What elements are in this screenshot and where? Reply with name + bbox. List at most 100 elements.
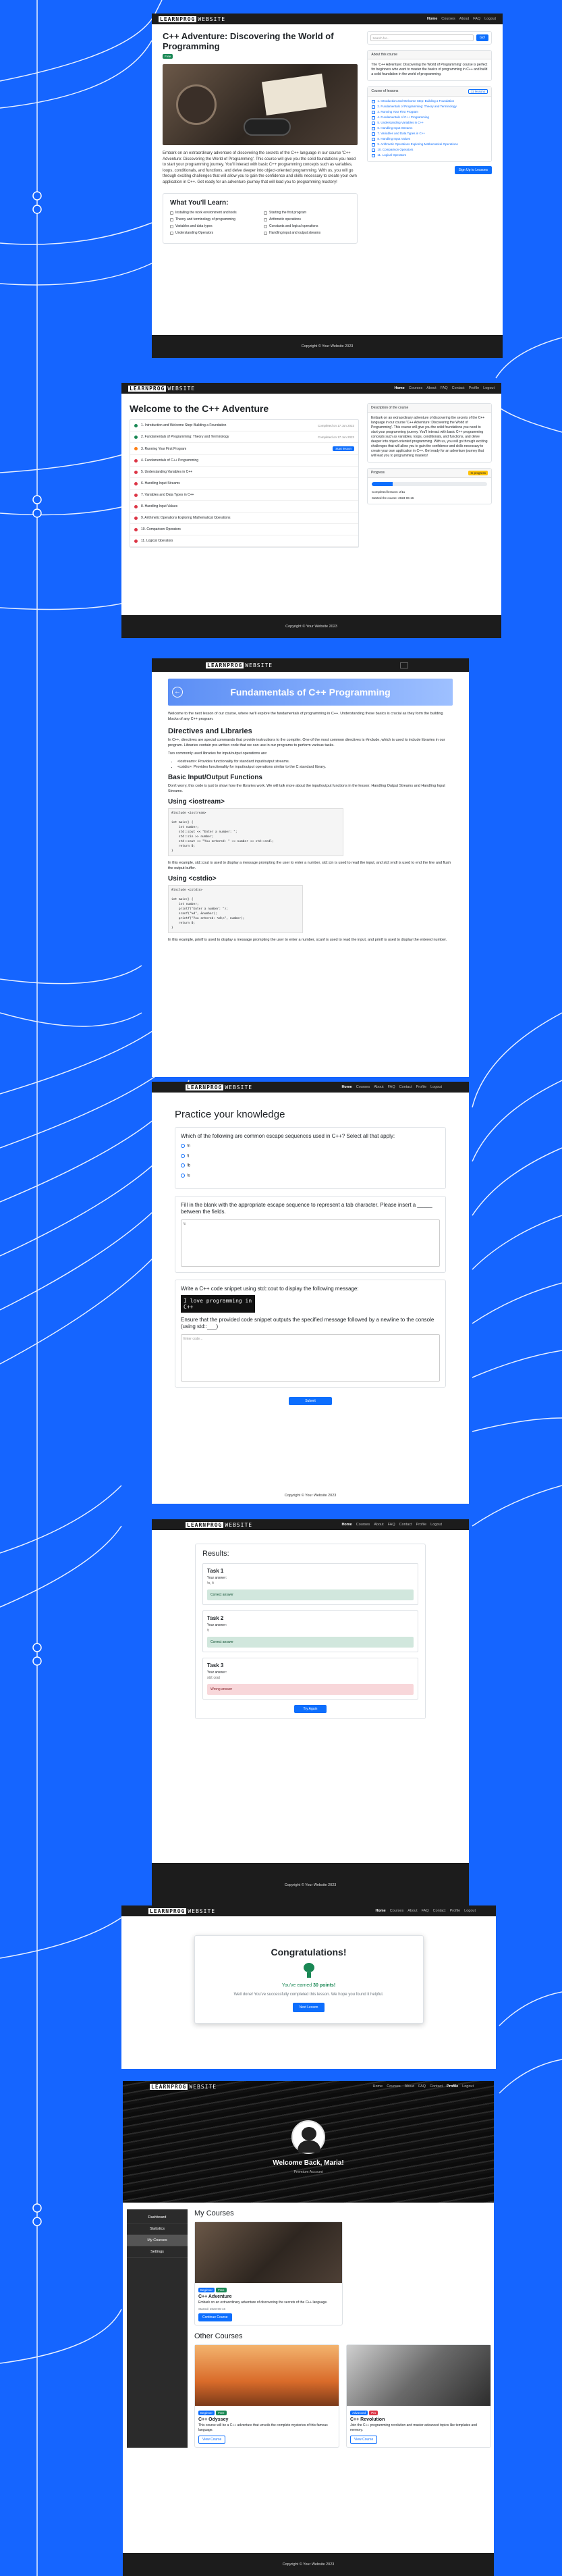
lesson-list-item[interactable]: 10. Comparison Operators [372,148,487,152]
start-lesson-button[interactable]: Start lesson [333,446,354,451]
progress-lesson-row[interactable]: 9. Arithmetic Operations Exploring Mathe… [130,512,358,524]
lesson-link[interactable]: 3. Running Your First Program [377,110,418,114]
nav-logout[interactable]: Logout [464,1909,476,1913]
nav-contact[interactable]: Contact [399,1523,412,1527]
lesson-list-item[interactable]: 5. Understanding Variables in C++ [372,121,487,125]
progress-lesson-row[interactable]: 5. Understanding Variables in C++ [130,467,358,478]
nav-about[interactable]: About [459,17,469,21]
lesson-list-item[interactable]: 3. Running Your First Program [372,110,487,114]
try-again-button[interactable]: Try Again [293,1705,327,1713]
question-3-input[interactable]: Enter code... [181,1334,440,1382]
nav-about[interactable]: About [374,1523,383,1527]
question-2-input[interactable]: \t [181,1219,440,1267]
nav-contact[interactable]: Contact [430,2084,443,2088]
menu-toggle-icon[interactable] [400,662,408,668]
option-checkbox[interactable] [181,1173,185,1178]
nav-courses[interactable]: Courses [409,386,422,390]
option[interactable]: \s [181,1173,440,1178]
progress-lesson-row[interactable]: 7. Variables and Data Types in C++ [130,490,358,501]
continue-course-button[interactable]: Continue Course [198,2313,232,2321]
nav-faq[interactable]: FAQ [441,386,448,390]
nav-courses[interactable]: Courses [356,1085,370,1089]
nav-home[interactable]: Home [341,1523,352,1527]
option[interactable]: \b [181,1163,440,1168]
lesson-link[interactable]: 1. Introduction and Welcome Step: Buildi… [377,99,454,103]
nav-home[interactable]: Home [394,386,404,390]
profile-menu-item[interactable]: Statistics [127,2224,188,2235]
progress-lesson-row[interactable]: 3. Running Your First Program Start lesso… [130,443,358,455]
lesson-list-item[interactable]: 8. Handling Input Values [372,137,487,141]
nav-profile[interactable]: Profile [416,1523,427,1527]
nav-faq[interactable]: FAQ [473,17,480,21]
nav-home[interactable]: Home [427,17,437,21]
lesson-list-item[interactable]: 11. Logical Operators [372,153,487,157]
nav-courses[interactable]: Courses [441,17,455,21]
nav-home[interactable]: Home [341,1085,352,1089]
progress-lesson-row[interactable]: 4. Fundamentals of C++ Programming [130,455,358,467]
nav-profile[interactable]: Profile [450,1909,461,1913]
lesson-list-item[interactable]: 9. Arithmetic Operations Exploring Mathe… [372,142,487,147]
logo[interactable]: LEARNPROG WEBSITE [148,1908,217,1914]
logo[interactable]: LEARNPROG WEBSITE [206,662,274,668]
nav-faq[interactable]: FAQ [388,1085,395,1089]
back-icon[interactable]: ← [172,687,183,698]
nav-profile[interactable]: Profile [447,2084,458,2088]
search-input[interactable]: Search for... [370,34,474,41]
lesson-list-item[interactable]: 6. Handling Input Streams [372,126,487,130]
logo[interactable]: LEARNPROG WEBSITE [150,2083,218,2090]
nav-courses[interactable]: Courses [387,2084,400,2088]
lesson-link[interactable]: 11. Logical Operators [377,153,406,157]
logo[interactable]: LEARNPROG WEBSITE [186,1521,254,1528]
nav-about[interactable]: About [374,1085,383,1089]
progress-lesson-row[interactable]: 2. Fundamentals of Programming: Theory a… [130,431,358,443]
nav-login[interactable]: Logout [484,17,496,21]
signup-button[interactable]: Sign Up to Lessons [454,166,492,174]
lesson-link[interactable]: 4. Fundamentals of C++ Programming [377,115,429,120]
search-button[interactable]: Go! [476,34,488,41]
nav-logout[interactable]: Logout [483,386,495,390]
nav-courses[interactable]: Courses [390,1909,403,1913]
lesson-link[interactable]: 7. Variables and Data Types in C++ [377,132,425,136]
option[interactable]: \t [181,1153,440,1158]
option-checkbox[interactable] [181,1163,185,1168]
lesson-link[interactable]: 2. Fundamentals of Programming: Theory a… [377,105,456,109]
logo[interactable]: LEARNPROG WEBSITE [128,385,196,392]
nav-faq[interactable]: FAQ [418,2084,426,2088]
nav-courses[interactable]: Courses [356,1523,370,1527]
view-course-button[interactable]: View Course [350,2436,378,2444]
nav-contact[interactable]: Contact [433,1909,446,1913]
nav-about[interactable]: About [426,386,436,390]
nav-faq[interactable]: FAQ [422,1909,429,1913]
progress-lesson-row[interactable]: 10. Comparison Operators [130,524,358,535]
lesson-list-item[interactable]: 1. Introduction and Welcome Step: Buildi… [372,99,487,103]
lesson-list-item[interactable]: 2. Fundamentals of Programming: Theory a… [372,105,487,109]
nav-contact[interactable]: Contact [399,1085,412,1089]
nav-profile[interactable]: Profile [416,1085,427,1089]
progress-lesson-row[interactable]: 11. Logical Operators [130,535,358,547]
nav-home[interactable]: Home [373,2084,383,2088]
lesson-link[interactable]: 10. Comparison Operators [377,148,413,152]
option[interactable]: \n [181,1144,440,1149]
view-course-button[interactable]: View Course [198,2436,226,2444]
nav-home[interactable]: Home [375,1909,385,1913]
option-checkbox[interactable] [181,1153,185,1158]
option-checkbox[interactable] [181,1144,185,1148]
profile-menu-item[interactable]: Settings [127,2246,188,2258]
lesson-list-item[interactable]: 4. Fundamentals of C++ Programming [372,115,487,120]
progress-lesson-row[interactable]: 6. Handling Input Streams [130,478,358,490]
nav-logout[interactable]: Logout [462,2084,474,2088]
nav-about[interactable]: About [405,2084,414,2088]
nav-profile[interactable]: Profile [469,386,480,390]
nav-logout[interactable]: Logout [430,1523,442,1527]
lesson-link[interactable]: 5. Understanding Variables in C++ [377,121,423,125]
next-lesson-button[interactable]: Next Lesson [292,2003,325,2012]
profile-menu-item[interactable]: Dashboard [127,2212,188,2224]
nav-contact[interactable]: Contact [452,386,465,390]
profile-menu-item[interactable]: My Courses [127,2235,188,2246]
nav-about[interactable]: About [408,1909,417,1913]
submit-button[interactable]: Submit [289,1397,332,1406]
lesson-list-item[interactable]: 7. Variables and Data Types in C++ [372,132,487,136]
lesson-link[interactable]: 6. Handling Input Streams [377,126,412,130]
nav-logout[interactable]: Logout [430,1085,442,1089]
progress-lesson-row[interactable]: 8. Handling Input Values [130,501,358,512]
